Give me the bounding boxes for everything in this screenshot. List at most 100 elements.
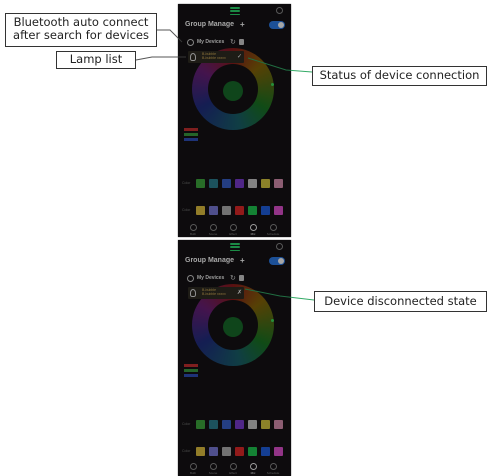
tab-label: Bulb: [189, 471, 196, 475]
tab-label: Schedule: [266, 471, 280, 475]
color-swatch[interactable]: [222, 206, 231, 215]
tab-label: Mic: [250, 232, 256, 236]
bulb-icon: [190, 289, 196, 297]
lamp-name: B-bubble B-bubble xxxxx: [202, 52, 226, 61]
tab-label: Effect: [229, 471, 237, 475]
tab-mic[interactable]: Mic: [246, 224, 260, 236]
tab-label: Schedule: [266, 232, 280, 236]
tab-bulb[interactable]: Bulb: [186, 224, 200, 236]
color-swatch[interactable]: [209, 420, 218, 429]
color-swatch[interactable]: [209, 447, 218, 456]
gear-icon[interactable]: [276, 243, 283, 250]
bulb-icon: [189, 224, 197, 231]
lock-icon[interactable]: [239, 275, 244, 281]
disconnected-status-icon: ✗: [237, 290, 243, 296]
color-swatch[interactable]: [222, 179, 231, 188]
row-label: Color: [182, 208, 191, 212]
color-swatch[interactable]: [261, 420, 270, 429]
tab-label: Effect: [229, 232, 237, 236]
callout-lamp-list: Lamp list: [56, 51, 136, 69]
devices-label: My Devices: [197, 39, 225, 45]
color-swatch[interactable]: [248, 179, 257, 188]
row-label: Color: [182, 181, 191, 185]
lock-icon[interactable]: [239, 39, 244, 45]
wheel-handle[interactable]: [271, 83, 274, 86]
color-swatch[interactable]: [209, 179, 218, 188]
row-label: Color: [182, 422, 191, 426]
color-swatch[interactable]: [274, 179, 283, 188]
schedule-icon: [269, 463, 277, 470]
mini-bars: [184, 364, 198, 379]
tab-label: Mic: [250, 471, 256, 475]
top-bar: [178, 240, 291, 254]
color-swatch[interactable]: [261, 206, 270, 215]
color-swatch[interactable]: [274, 206, 283, 215]
color-preview: [223, 317, 243, 337]
tab-scene[interactable]: Scene: [206, 224, 220, 236]
refresh-icon[interactable]: ↻: [230, 38, 236, 46]
color-swatch[interactable]: [235, 179, 244, 188]
color-swatch[interactable]: [261, 179, 270, 188]
add-group-button[interactable]: +: [240, 20, 245, 29]
swatch-row-2: Color: [178, 445, 291, 459]
swatch-row-1: Color: [178, 177, 291, 191]
list-icon[interactable]: [230, 243, 240, 251]
tab-bar: Bulb Scene Effect Mic Schedule: [178, 223, 291, 237]
effect-icon: [229, 463, 237, 470]
tab-label: Bulb: [189, 232, 196, 236]
swatch-row-1: Color: [178, 418, 291, 432]
mini-bars: [184, 128, 198, 143]
bluetooth-icon[interactable]: [187, 275, 194, 282]
title-row: Group Manage +: [178, 18, 291, 34]
color-swatch[interactable]: [222, 447, 231, 456]
color-swatch[interactable]: [196, 206, 205, 215]
bulb-icon: [190, 53, 196, 61]
color-swatch[interactable]: [196, 179, 205, 188]
color-swatch[interactable]: [235, 206, 244, 215]
connection-status-icon: ✓: [237, 54, 243, 60]
lamp-list-item[interactable]: B-bubble B-bubble xxxxx ✗: [188, 287, 244, 299]
wheel-handle[interactable]: [271, 319, 274, 322]
color-swatch[interactable]: [235, 447, 244, 456]
list-icon[interactable]: [230, 7, 240, 15]
color-swatch[interactable]: [235, 420, 244, 429]
tab-bulb[interactable]: Bulb: [186, 463, 200, 475]
swatch-row-2: Color: [178, 204, 291, 218]
tab-schedule[interactable]: Schedule: [266, 224, 280, 236]
refresh-icon[interactable]: ↻: [230, 274, 236, 282]
top-bar: [178, 4, 291, 18]
color-swatch[interactable]: [248, 206, 257, 215]
devices-label: My Devices: [197, 275, 225, 281]
title-row: Group Manage +: [178, 254, 291, 270]
tab-mic[interactable]: Mic: [246, 463, 260, 475]
callout-bluetooth: Bluetooth auto connect after search for …: [5, 13, 157, 47]
tab-effect[interactable]: Effect: [226, 463, 240, 475]
scene-icon: [209, 224, 217, 231]
scene-icon: [209, 463, 217, 470]
add-group-button[interactable]: +: [240, 256, 245, 265]
tab-schedule[interactable]: Schedule: [266, 463, 280, 475]
page-title: Group Manage: [185, 257, 235, 264]
color-swatch[interactable]: [209, 206, 218, 215]
tab-bar: Bulb Scene Effect Mic Schedule: [178, 462, 291, 476]
color-swatch[interactable]: [248, 447, 257, 456]
gear-icon[interactable]: [276, 7, 283, 14]
power-toggle[interactable]: [269, 21, 285, 29]
color-swatch[interactable]: [274, 447, 283, 456]
color-swatch[interactable]: [274, 420, 283, 429]
mic-icon: [249, 224, 257, 231]
color-swatch[interactable]: [196, 420, 205, 429]
schedule-icon: [269, 224, 277, 231]
phone-screen-disconnected: Group Manage + My Devices ↻ B-bubble B-b…: [178, 240, 291, 476]
tab-label: Scene: [208, 232, 218, 236]
bulb-icon: [189, 463, 197, 470]
color-swatch[interactable]: [222, 420, 231, 429]
color-swatch[interactable]: [248, 420, 257, 429]
lamp-list-item[interactable]: B-bubble B-bubble xxxxx ✓: [188, 51, 244, 63]
color-swatch[interactable]: [261, 447, 270, 456]
color-swatch[interactable]: [196, 447, 205, 456]
bluetooth-icon[interactable]: [187, 39, 194, 46]
tab-effect[interactable]: Effect: [226, 224, 240, 236]
power-toggle[interactable]: [269, 257, 285, 265]
tab-scene[interactable]: Scene: [206, 463, 220, 475]
